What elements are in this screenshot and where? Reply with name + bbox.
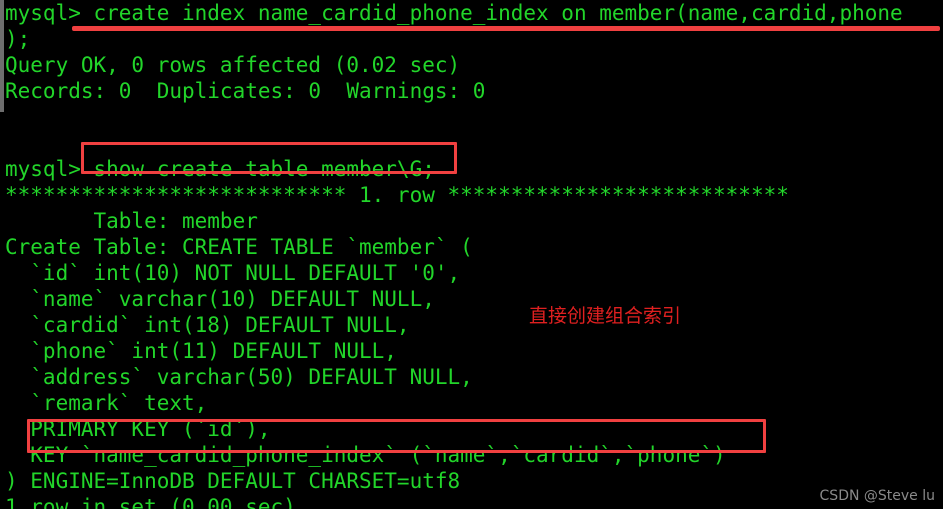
terminal-line: 1 row in set (0.00 sec)	[5, 495, 296, 509]
terminal-line: PRIMARY KEY (`id`),	[5, 417, 271, 441]
terminal-line: ) ENGINE=InnoDB DEFAULT CHARSET=utf8	[5, 469, 461, 493]
terminal-line: mysql> show create table member\G;	[5, 157, 435, 181]
terminal-line: `id` int(10) NOT NULL DEFAULT '0',	[5, 261, 461, 285]
terminal-line: mysql> create index name_cardid_phone_in…	[5, 1, 903, 25]
terminal-line: `name` varchar(10) DEFAULT NULL,	[5, 287, 435, 311]
terminal-line: Query OK, 0 rows affected (0.02 sec)	[5, 53, 461, 77]
terminal-line: *************************** 1. row *****…	[5, 183, 789, 207]
terminal-line: Create Table: CREATE TABLE `member` (	[5, 235, 473, 259]
terminal-line: `remark` text,	[5, 391, 208, 415]
terminal-line: `cardid` int(18) DEFAULT NULL,	[5, 313, 410, 337]
terminal-line: Records: 0 Duplicates: 0 Warnings: 0	[5, 79, 486, 103]
terminal-window: mysql> create index name_cardid_phone_in…	[0, 0, 943, 509]
scrollbar-gutter[interactable]	[0, 0, 4, 112]
terminal-line: `address` varchar(50) DEFAULT NULL,	[5, 365, 473, 389]
annotation-note-text: 直接创建组合索引	[529, 305, 682, 327]
terminal-line: KEY `name_cardid_phone_index` (`name`,`c…	[5, 443, 726, 467]
terminal-line: );	[5, 27, 31, 51]
terminal-line: `phone` int(11) DEFAULT NULL,	[5, 339, 397, 363]
terminal-output: mysql> create index name_cardid_phone_in…	[5, 0, 943, 509]
watermark: CSDN @Steve lu	[819, 488, 935, 504]
terminal-line: Table: member	[5, 209, 258, 233]
